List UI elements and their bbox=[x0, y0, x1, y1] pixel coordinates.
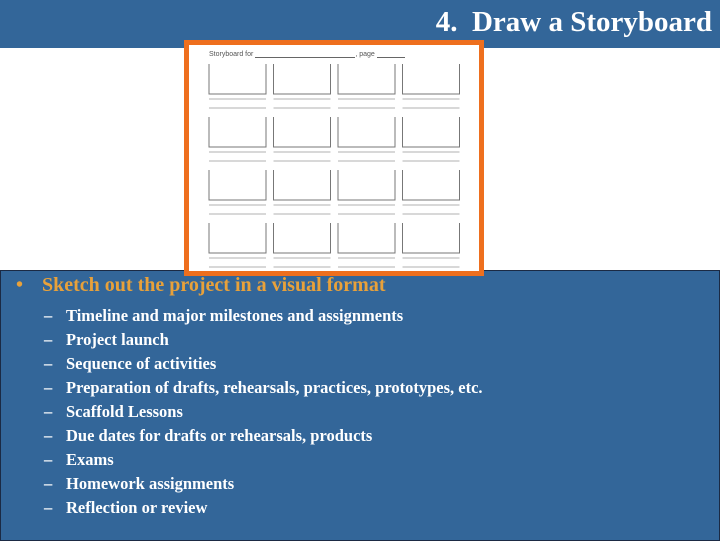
main-bullet-text: Sketch out the project in a visual forma… bbox=[42, 274, 386, 296]
sub-item: – Homework assignments bbox=[44, 474, 234, 494]
sub-item: – Exams bbox=[44, 450, 114, 470]
sub-item-text: Sequence of activities bbox=[66, 354, 217, 373]
storyboard-frame bbox=[337, 64, 396, 95]
sub-item-text: Due dates for drafts or rehearsals, prod… bbox=[66, 426, 373, 445]
sub-item: – Due dates for drafts or rehearsals, pro… bbox=[44, 426, 372, 446]
storyboard-frame bbox=[337, 117, 396, 148]
storyboard-frame bbox=[337, 223, 396, 254]
sub-item-text: Timeline and major milestones and assign… bbox=[66, 306, 404, 325]
sub-item: – Reflection or review bbox=[44, 498, 207, 518]
storyboard-frame bbox=[208, 170, 267, 201]
sub-item-text: Exams bbox=[66, 450, 114, 469]
storyboard-frame bbox=[208, 223, 267, 254]
storyboard-frame bbox=[273, 223, 331, 254]
storyboard-grid bbox=[208, 64, 460, 268]
dash-icon: – bbox=[44, 402, 53, 421]
dash-icon: – bbox=[44, 474, 53, 493]
dash-icon: – bbox=[44, 354, 53, 373]
dash-icon: – bbox=[44, 306, 53, 325]
storyboard-image-frame: Storyboard for , page bbox=[184, 40, 484, 276]
storyboard-frame bbox=[208, 64, 267, 95]
dash-icon: – bbox=[44, 426, 53, 445]
sub-item-text: Project launch bbox=[66, 330, 169, 349]
storyboard-frame bbox=[273, 64, 331, 95]
storyboard-frame bbox=[402, 64, 460, 95]
sub-item: – Preparation of drafts, rehearsals, prac… bbox=[44, 378, 483, 398]
sub-item: – Project launch bbox=[44, 330, 169, 350]
sub-item-text: Preparation of drafts, rehearsals, pract… bbox=[66, 378, 483, 397]
bullet-icon: • bbox=[16, 274, 24, 296]
sub-item-text: Homework assignments bbox=[66, 474, 235, 493]
storyboard-frame bbox=[273, 117, 331, 148]
dash-icon: – bbox=[44, 330, 53, 349]
dash-icon: – bbox=[44, 450, 53, 469]
dash-icon: – bbox=[44, 378, 53, 397]
storyboard-frame bbox=[273, 170, 331, 201]
storyboard-frame bbox=[337, 170, 396, 201]
sub-item-text: Reflection or review bbox=[66, 498, 208, 517]
sub-item-text: Scaffold Lessons bbox=[66, 402, 183, 421]
main-bullet: • Sketch out the project in a visual form… bbox=[16, 274, 386, 297]
sub-item: – Scaffold Lessons bbox=[44, 402, 183, 422]
storyboard-frame bbox=[402, 170, 460, 201]
sub-item: – Sequence of activities bbox=[44, 354, 216, 374]
storyboard-frame bbox=[208, 117, 267, 148]
slide-title: 4. Draw a Storyboard bbox=[435, 6, 712, 38]
sub-item: – Timeline and major milestones and assig… bbox=[44, 306, 403, 326]
storyboard-frame bbox=[402, 223, 460, 254]
storyboard-frame bbox=[402, 117, 460, 148]
dash-icon: – bbox=[44, 498, 53, 517]
